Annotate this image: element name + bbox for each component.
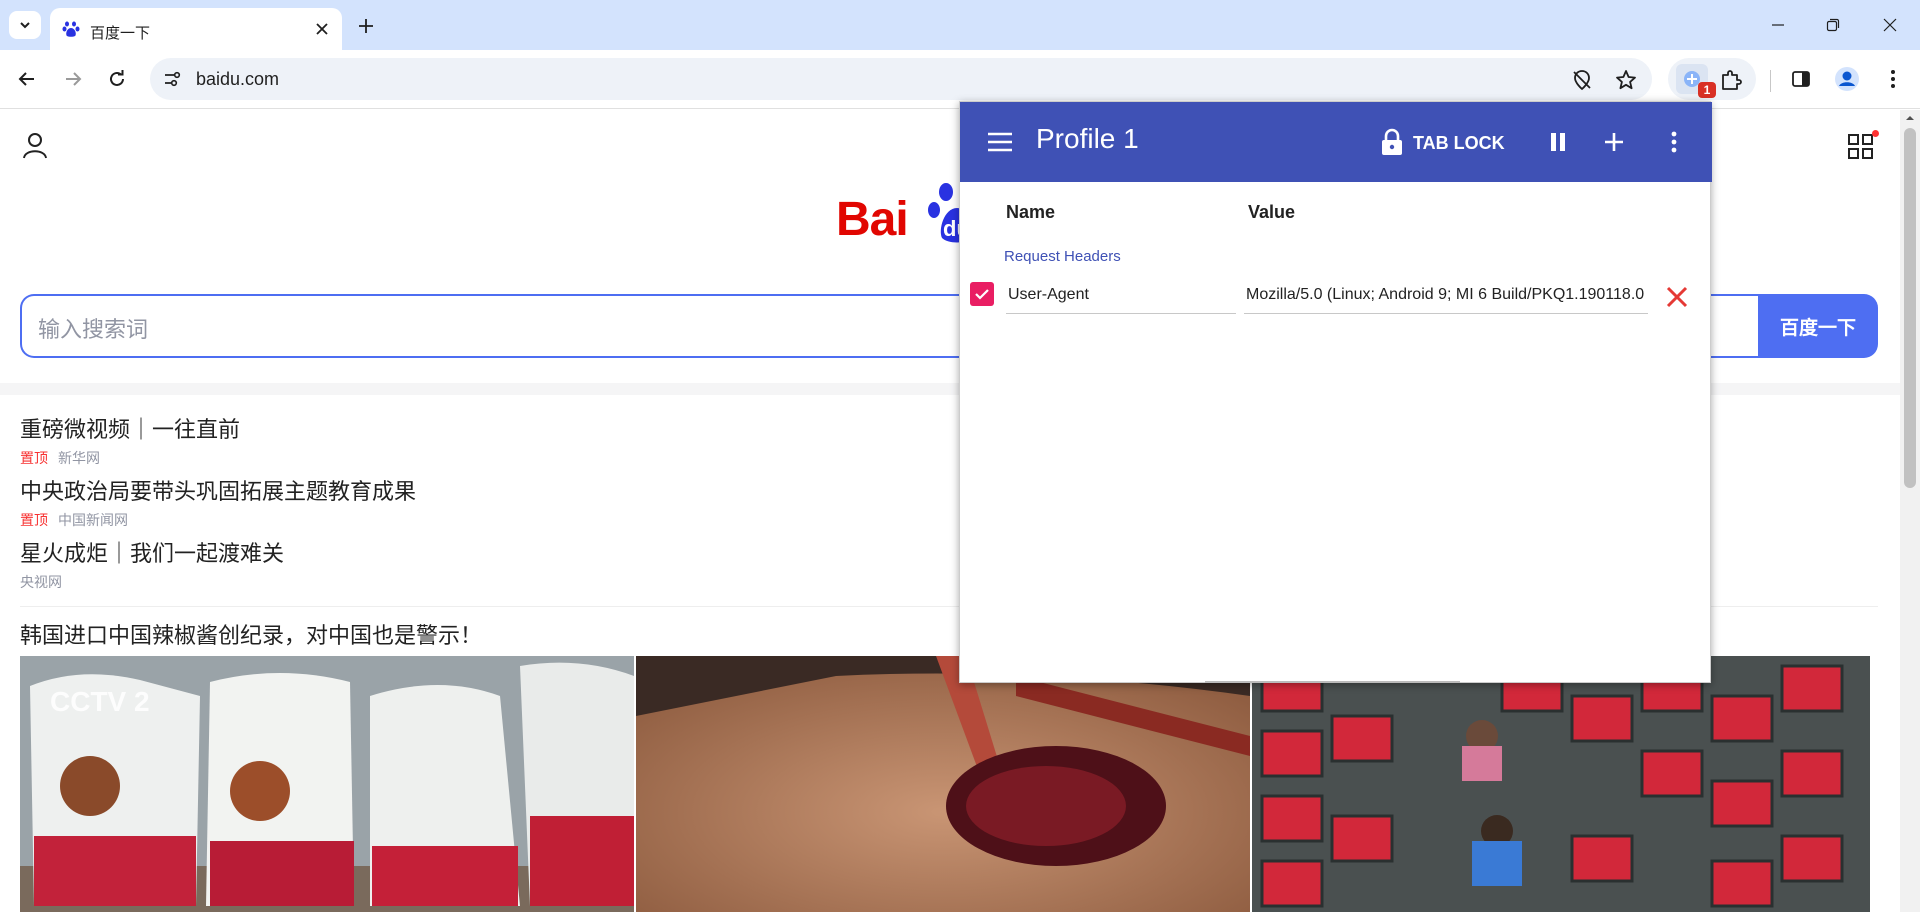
bookmark-star-icon[interactable] (1614, 68, 1638, 92)
restore-button[interactable] (1818, 10, 1848, 40)
restore-icon (1826, 18, 1840, 32)
close-icon (1883, 18, 1897, 32)
news-source: 新华网 (58, 451, 100, 467)
more-options-button[interactable] (1656, 124, 1692, 160)
profile-button[interactable] (1832, 64, 1862, 94)
minimize-icon (1772, 24, 1784, 26)
lock-icon[interactable] (1380, 128, 1404, 156)
video-thumbnail-1[interactable]: CCTV 2 (20, 656, 634, 912)
checkmark-icon (975, 289, 989, 300)
search-button[interactable]: 百度一下 (1758, 294, 1878, 358)
popup-resize-indicator (1205, 681, 1460, 683)
add-button[interactable] (1596, 124, 1632, 160)
tab-lock-button[interactable]: TAB LOCK (1413, 133, 1505, 154)
side-panel-button[interactable] (1786, 64, 1816, 94)
url-text[interactable]: baidu.com (196, 69, 279, 90)
address-bar[interactable]: baidu.com (150, 58, 1652, 100)
header-value-field[interactable]: Mozilla/5.0 (Linux; Android 9; MI 6 Buil… (1244, 280, 1648, 314)
header-enabled-checkbox[interactable] (970, 282, 994, 306)
reload-icon (110, 70, 124, 86)
apps-grid-icon[interactable] (1846, 132, 1876, 162)
hamburger-menu-icon[interactable] (986, 128, 1014, 156)
forward-button[interactable] (58, 64, 88, 94)
news-item[interactable]: 中央政治局要带头巩固拓展主题教育成果 置顶 中国新闻网 (20, 474, 416, 530)
chevron-down-icon (20, 22, 30, 29)
tab-search-button[interactable] (9, 11, 41, 39)
arrow-right-icon (66, 72, 82, 86)
pause-icon (1551, 133, 1565, 151)
profile-title[interactable]: Profile 1 (1036, 123, 1139, 155)
pause-button[interactable] (1540, 124, 1576, 160)
video-thumbnail-2[interactable] (636, 656, 1250, 912)
news-item[interactable]: 星火成炬｜我们一起渡难关 央视网 (20, 536, 284, 592)
request-headers-label: Request Headers (1004, 248, 1121, 265)
value-column-header: Value (1248, 202, 1296, 222)
news-title[interactable]: 星火成炬｜我们一起渡难关 (20, 536, 284, 568)
reload-button[interactable] (102, 64, 132, 94)
page-scrollbar[interactable] (1900, 110, 1920, 912)
new-tab-button[interactable] (352, 12, 380, 40)
video-thumbnails: CCTV 2 (20, 656, 1870, 912)
header-name-field[interactable]: User-Agent (1006, 280, 1236, 314)
video-thumbnail-3[interactable] (1252, 656, 1870, 912)
location-off-icon[interactable] (1570, 68, 1594, 92)
news-source: 中国新闻网 (58, 513, 128, 529)
side-panel-icon (1792, 71, 1810, 87)
news-item[interactable]: 重磅微视频｜一往直前 置顶 新华网 (20, 412, 240, 468)
baidu-paw-icon (62, 21, 80, 37)
modheader-popup: Profile 1 TAB LOCK Name Value Request He… (959, 101, 1712, 683)
header-name-value[interactable]: User-Agent (1008, 286, 1089, 304)
back-button[interactable] (12, 64, 42, 94)
tab-title: 百度一下 (90, 24, 151, 42)
toolbar-separator (1770, 70, 1771, 92)
browser-menu-button[interactable] (1878, 64, 1908, 94)
extension-badge: 1 (1698, 82, 1716, 98)
tab-strip: 百度一下 (0, 0, 1920, 50)
close-window-button[interactable] (1875, 10, 1905, 40)
pin-badge: 置顶 (20, 451, 48, 467)
popup-header: Profile 1 TAB LOCK (960, 102, 1712, 182)
news-title[interactable]: 中央政治局要带头巩固拓展主题教育成果 (20, 474, 416, 506)
chili-powder-bags-image: CCTV 2 (20, 656, 634, 912)
tab-close-button[interactable] (312, 19, 332, 39)
pin-badge: 置顶 (20, 513, 48, 529)
user-icon[interactable] (20, 130, 50, 160)
plus-icon (1605, 133, 1623, 151)
search-input[interactable]: 输入搜索词 (38, 312, 148, 344)
chili-crates-aerial-image (1252, 656, 1870, 912)
plus-icon (359, 19, 373, 33)
profile-avatar-icon (1835, 67, 1859, 91)
header-value-text[interactable]: Mozilla/5.0 (Linux; Android 9; MI 6 Buil… (1246, 286, 1644, 304)
browser-tab[interactable]: 百度一下 (50, 8, 342, 50)
news-source: 央视网 (20, 575, 62, 591)
minimize-button[interactable] (1763, 10, 1793, 40)
extension-group: 1 (1668, 58, 1756, 100)
name-column-header: Name (1006, 202, 1056, 222)
notification-dot (1872, 130, 1879, 137)
delete-header-icon[interactable] (1664, 284, 1690, 310)
kebab-menu-icon (1891, 70, 1895, 88)
news-title[interactable]: 重磅微视频｜一往直前 (20, 412, 240, 444)
modheader-extension-button[interactable]: 1 (1676, 64, 1716, 98)
kebab-menu-icon (1671, 131, 1677, 153)
chili-sauce-image (636, 656, 1250, 912)
video-title[interactable]: 韩国进口中国辣椒酱创纪录，对中国也是警示！ (20, 618, 482, 650)
scroll-up-icon[interactable] (1904, 112, 1916, 124)
close-icon (316, 23, 328, 35)
svg-text:CCTV 2: CCTV 2 (50, 686, 150, 717)
site-info-icon[interactable] (162, 69, 182, 89)
scroll-thumb[interactable] (1904, 128, 1916, 488)
logo-text: Bai (836, 193, 909, 246)
arrow-left-icon (18, 72, 34, 86)
extensions-puzzle-icon[interactable] (1718, 67, 1744, 93)
